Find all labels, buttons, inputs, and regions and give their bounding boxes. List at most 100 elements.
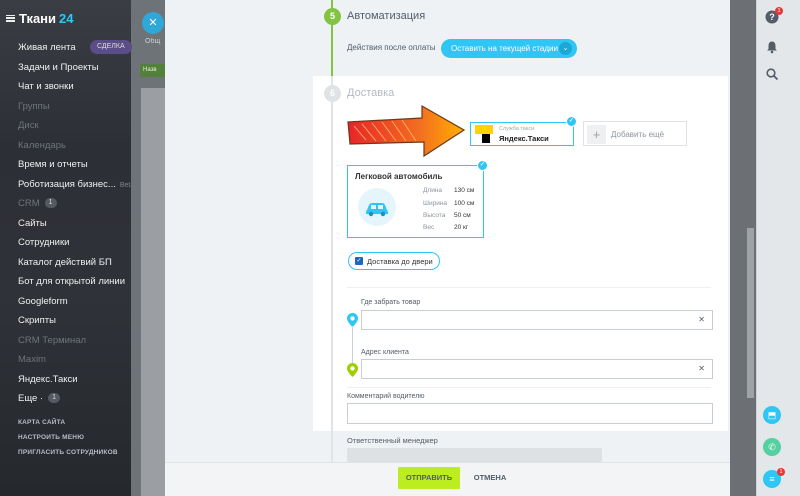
arrow-pointer-icon bbox=[347, 104, 466, 158]
menu-item-count: 1 bbox=[48, 393, 61, 404]
menu-item[interactable]: Время и отчеты bbox=[0, 155, 131, 175]
bg-name-button: Назв bbox=[140, 64, 165, 77]
menu-item-label: Живая лента bbox=[18, 42, 76, 53]
service-name: Яндекс.Такси bbox=[499, 134, 549, 143]
burger-menu-icon[interactable] bbox=[6, 14, 15, 22]
add-more-button[interactable]: + Добавить ещё bbox=[583, 121, 687, 146]
menu-item-label: Время и отчеты bbox=[18, 159, 88, 170]
menu-item-label: Роботизация бизнес... bbox=[18, 178, 116, 190]
menu-item[interactable]: Роботизация бизнес...Beta bbox=[0, 175, 131, 195]
stage-dropdown-button[interactable]: Оставить на текущей стадии ⌄ bbox=[441, 39, 577, 58]
step-5-badge: 5 bbox=[324, 8, 341, 25]
pickup-pin-icon bbox=[347, 313, 358, 327]
step-6-badge: 6 bbox=[324, 85, 341, 102]
menu-item[interactable]: Яндекс.Такси bbox=[0, 370, 131, 390]
bg-deal-tab: СДЕЛКА bbox=[90, 40, 132, 54]
delivery-title: Доставка bbox=[347, 87, 395, 99]
menu-item[interactable]: Скрипты bbox=[0, 311, 131, 331]
spec-weight-label: Вес bbox=[423, 224, 435, 231]
menu-list: Живая лента Задачи и Проекты Чат и звонки Г… bbox=[0, 38, 131, 409]
clear-icon[interactable]: ✕ bbox=[698, 315, 705, 324]
menu-item-label: Чат и звонки bbox=[18, 81, 74, 92]
comment-label: Комментарий водителю bbox=[347, 393, 425, 400]
menu-item-label: Сотрудники bbox=[18, 237, 70, 248]
menu-item[interactable]: Группы bbox=[0, 97, 131, 117]
door-delivery-label: Доставка до двери bbox=[367, 257, 433, 266]
svg-text:?: ? bbox=[769, 12, 775, 22]
left-menu: Ткани 24 Живая лента Задачи и Проекты Чат … bbox=[0, 0, 131, 496]
comment-textarea[interactable] bbox=[347, 403, 713, 424]
divider bbox=[347, 387, 711, 388]
menu-item-label: Googleform bbox=[18, 295, 68, 307]
clear-icon[interactable]: ✕ bbox=[698, 364, 705, 373]
manager-selector[interactable] bbox=[347, 448, 602, 462]
menu-item[interactable]: Googleform bbox=[0, 292, 131, 312]
spec-height-value: 50 см bbox=[454, 212, 471, 219]
check-icon: ✓ bbox=[566, 116, 577, 127]
spec-height-label: Высота bbox=[423, 212, 446, 219]
check-icon: ✓ bbox=[477, 160, 488, 171]
search-icon[interactable] bbox=[765, 67, 779, 81]
menu-item[interactable]: Сотрудники bbox=[0, 233, 131, 253]
automation-title: Автоматизация bbox=[347, 10, 426, 22]
menu-item[interactable]: Чат и звонки bbox=[0, 77, 131, 97]
menu-item-label: Сайты bbox=[18, 217, 47, 229]
help-badge: 1 bbox=[775, 7, 783, 15]
menu-item[interactable]: CRM Терминал bbox=[0, 331, 131, 351]
scrollbar[interactable] bbox=[747, 228, 754, 398]
menu-item-label: CRM Терминал bbox=[18, 334, 87, 346]
door-delivery-toggle[interactable]: ✓ Доставка до двери bbox=[348, 252, 440, 270]
pickup-input[interactable]: ✕ bbox=[361, 310, 713, 330]
menu-item[interactable]: Задачи и Проекты bbox=[0, 58, 131, 78]
cancel-button[interactable]: ОТМЕНА bbox=[470, 467, 510, 489]
menu-item-label: Бот для открытой линии bbox=[18, 276, 126, 287]
spec-width-value: 100 см bbox=[454, 200, 475, 207]
menu-item-label: Каталог действий БП bbox=[18, 256, 112, 268]
open-lines-icon[interactable]: ⬒ bbox=[763, 406, 781, 424]
spec-width-label: Ширина bbox=[423, 200, 448, 207]
menu-item[interactable]: Бот для открытой линии bbox=[0, 272, 131, 292]
menu-item[interactable]: Календарь bbox=[0, 136, 131, 156]
divider bbox=[347, 287, 711, 288]
taxi-service-card[interactable]: Служба такси Яндекс.Такси bbox=[470, 122, 574, 146]
menu-item-label: CRM bbox=[18, 198, 40, 209]
spec-length-value: 130 см bbox=[454, 187, 475, 194]
menu-footer-link[interactable]: КАРТА САЙТА bbox=[0, 415, 131, 430]
menu-item[interactable]: Диск bbox=[0, 116, 131, 136]
menu-item[interactable]: Сайты bbox=[0, 214, 131, 234]
chevron-down-icon: ⌄ bbox=[559, 42, 572, 55]
bell-icon[interactable] bbox=[765, 40, 779, 54]
door-delivery-checkbox[interactable]: ✓ bbox=[355, 257, 363, 265]
menu-item[interactable]: CRM 1 bbox=[0, 194, 131, 214]
menu-item-label: Задачи и Проекты bbox=[18, 61, 99, 73]
manager-label: Ответственный менеджер bbox=[347, 436, 438, 445]
menu-item[interactable]: Каталог действий БП bbox=[0, 253, 131, 273]
close-slider-icon[interactable]: ✕ bbox=[142, 12, 164, 34]
menu-item-count: 1 bbox=[44, 198, 57, 209]
stage-dropdown-label: Оставить на текущей стадии bbox=[451, 44, 558, 53]
menu-item-label: Календарь bbox=[18, 139, 66, 151]
spec-length-label: Длина bbox=[423, 187, 443, 194]
menu-footer-link[interactable]: НАСТРОИТЬ МЕНЮ bbox=[0, 430, 131, 445]
bg-column: Общ bbox=[145, 38, 165, 51]
vehicle-card[interactable]: Легковой автомобиль Длина 130 см Ширина … bbox=[347, 165, 484, 238]
logo[interactable]: Ткани 24 bbox=[0, 8, 131, 28]
menu-item[interactable]: Maxim bbox=[0, 350, 131, 370]
chat-badge: 1 bbox=[777, 468, 785, 476]
menu-footer-link[interactable]: ПРИГЛАСИТЬ СОТРУДНИКОВ bbox=[0, 445, 131, 460]
service-label: Служба такси bbox=[499, 126, 535, 132]
after-payment-label: Действия после оплаты bbox=[347, 43, 436, 52]
phone-icon[interactable]: ✆ bbox=[763, 438, 781, 456]
address-input[interactable]: ✕ bbox=[361, 359, 713, 379]
logo-number: 24 bbox=[59, 10, 74, 26]
menu-item-label: Яндекс.Такси bbox=[18, 373, 78, 385]
send-button[interactable]: ОТПРАВИТЬ bbox=[398, 467, 460, 489]
menu-item-label: Еще · bbox=[18, 393, 44, 404]
bg-col-text: Общ bbox=[145, 38, 161, 45]
logo-text: Ткани bbox=[19, 10, 57, 26]
step-line-bottom bbox=[331, 76, 333, 462]
menu-item[interactable]: Еще · 1 bbox=[0, 389, 131, 409]
menu-item-label: Группы bbox=[18, 100, 50, 112]
address-pin-icon bbox=[347, 363, 358, 377]
menu-item-extra: Beta bbox=[119, 181, 131, 189]
